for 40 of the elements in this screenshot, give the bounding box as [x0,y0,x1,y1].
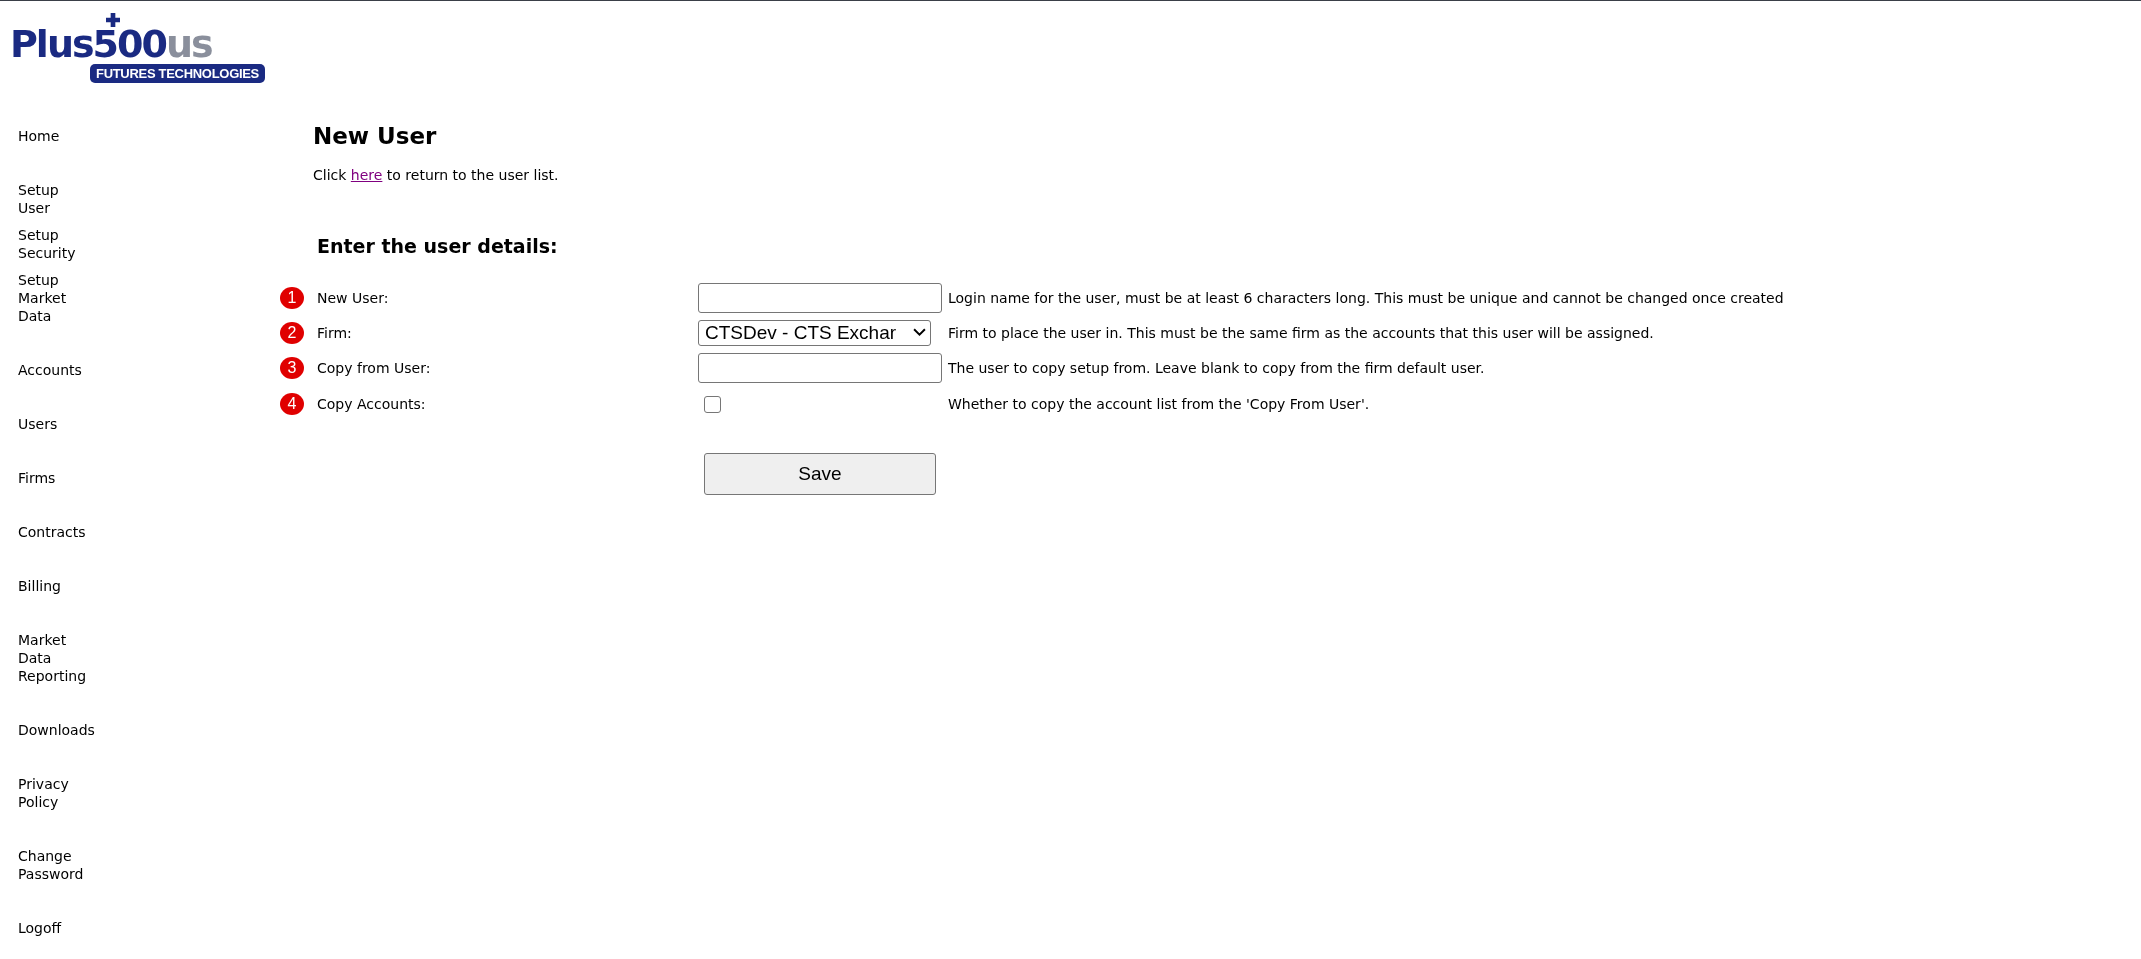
help-text: The user to copy setup from. Leave blank to copy from the firm default user. [948,359,1485,376]
sidebar-link[interactable]: Setup User [18,181,59,217]
field-label: Firm: [317,324,353,341]
chevron-icon [913,328,926,337]
field-label: Copy Accounts: [317,396,427,412]
plus-icon [106,13,120,27]
page-title: New User [313,122,438,151]
help-text: Firm to place the user in. This must be the same firm as the accounts that this user will be assigned. [948,324,1654,341]
sidebar-link[interactable]: Billing [18,577,61,595]
save-button[interactable]: Save [704,453,936,495]
field-label: New User: [317,289,390,306]
logo-tagline: FUTURES TECHNOLOGIES [90,64,265,83]
input-field[interactable] [698,282,942,313]
number-badge: 2 [280,321,304,344]
intro-text: Click here to return to the user list. [313,166,560,184]
number-badge: 3 [280,356,304,379]
logo-suffix: us [165,28,212,60]
sidebar-link[interactable]: Accounts [18,361,82,379]
logo-wordmark: Plus500 [10,28,166,60]
here-link[interactable]: here [350,167,383,183]
sidebar-link[interactable]: Setup Market Data [18,271,67,325]
sidebar-link[interactable]: Home [18,127,60,145]
sidebar-link[interactable]: Logoff [18,919,62,937]
number-badge: 1 [280,286,304,309]
form-heading: Enter the user details: [317,234,559,259]
checkbox[interactable] [704,395,721,413]
sidebar-link[interactable]: Downloads [18,721,95,739]
sidebar-link[interactable]: Market Data Reporting [18,631,87,685]
sidebar-link[interactable]: Privacy Policy [18,775,69,811]
sidebar-link[interactable]: Contracts [18,523,86,541]
field-label: Copy from User: [317,359,432,376]
sidebar-link[interactable]: Setup Security [18,226,76,262]
help-text: Login name for the user, must be at least 6 characters long. This must be unique and cannot be changed once created [948,289,1784,306]
input-field[interactable] [698,352,942,383]
number-badge: 4 [280,393,304,415]
sidebar-link[interactable]: Firms [18,469,56,487]
sidebar-link[interactable]: Change Password [18,847,84,883]
help-text: Whether to copy the account list from the 'Copy From User'. [948,396,1370,412]
firm-dropdown[interactable]: CTSDev - CTS Exchar [698,319,931,346]
sidebar-link[interactable]: Users [18,415,58,433]
